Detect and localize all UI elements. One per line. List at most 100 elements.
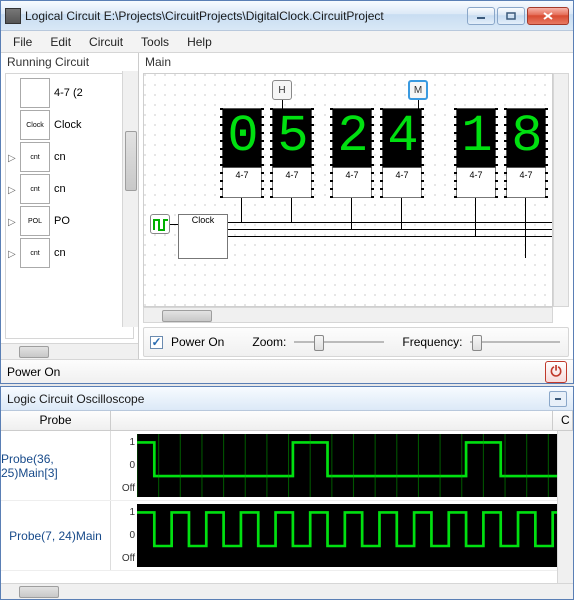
tree-item-label: PO (54, 215, 70, 227)
wire (401, 198, 402, 229)
waveform-icon (137, 504, 570, 567)
osc-scale-1: 1 (129, 507, 135, 518)
main-window: Logical Circuit E:\Projects\CircuitProje… (0, 0, 574, 384)
osc-wave-0[interactable] (137, 434, 570, 497)
tree-item-label: cn (54, 247, 66, 259)
seg-digit: 0 (222, 108, 262, 168)
power-checkbox[interactable]: ✓ (150, 336, 163, 349)
circuit-tree[interactable]: 4-7 (2 Clock Clock ▷ cnt cn ▷ cnt (5, 73, 134, 339)
canvas-horizontal-scrollbar[interactable] (143, 307, 553, 323)
zoom-slider[interactable] (294, 333, 384, 351)
menu-file[interactable]: File (5, 33, 40, 51)
expander-icon[interactable] (8, 89, 16, 97)
canvas-vertical-scrollbar[interactable] (553, 73, 569, 307)
zoom-label: Zoom: (252, 335, 286, 349)
close-button[interactable] (527, 7, 569, 25)
menu-circuit[interactable]: Circuit (81, 33, 131, 51)
wire (418, 100, 419, 110)
h-node[interactable]: H (272, 80, 292, 100)
scrollbar-thumb[interactable] (125, 131, 137, 191)
frequency-label: Frequency: (402, 335, 462, 349)
osc-scale-1: 1 (129, 437, 135, 448)
osc-scale-off: Off (122, 483, 135, 494)
status-text: Power On (7, 365, 60, 379)
scrollbar-thumb[interactable] (162, 310, 212, 322)
sidebar-horizontal-scrollbar[interactable] (1, 343, 138, 359)
clock-source-icon[interactable] (150, 214, 170, 234)
osc-titlebar[interactable]: Logic Circuit Oscilloscope (1, 387, 573, 411)
menu-edit[interactable]: Edit (42, 33, 79, 51)
waveform-icon (137, 434, 570, 497)
frequency-slider[interactable] (470, 333, 560, 351)
seg-display-3[interactable]: 4 4-7 (382, 108, 422, 198)
seg-digit: 5 (272, 108, 312, 168)
menu-tools[interactable]: Tools (133, 33, 177, 51)
seg-digit: 8 (506, 108, 546, 168)
seg-display-2[interactable]: 2 4-7 (332, 108, 372, 198)
expander-icon[interactable]: ▷ (8, 153, 16, 161)
slider-thumb[interactable] (472, 335, 482, 351)
wire (525, 198, 526, 258)
expander-icon[interactable]: ▷ (8, 217, 16, 225)
chip-icon: cnt (20, 174, 50, 204)
controls-bar: ✓ Power On Zoom: Frequency: (143, 327, 569, 357)
seg-digit: 4 (382, 108, 422, 168)
seg-display-5[interactable]: 8 4-7 (506, 108, 546, 198)
osc-title: Logic Circuit Oscilloscope (7, 392, 144, 406)
m-node-label: M (414, 85, 422, 96)
power-icon: ⏻ (550, 363, 561, 380)
titlebar[interactable]: Logical Circuit E:\Projects\CircuitProje… (1, 1, 573, 31)
expander-icon[interactable] (8, 121, 16, 129)
seg-chip-label: 4-7 (222, 168, 262, 198)
tree-item[interactable]: ▷ POL PO (8, 206, 131, 236)
seg-digit: 1 (456, 108, 496, 168)
osc-vertical-scrollbar[interactable] (557, 431, 573, 583)
osc-scale-0: 0 (129, 460, 135, 471)
slider-thumb[interactable] (314, 335, 324, 351)
seg-display-4[interactable]: 1 4-7 (456, 108, 496, 198)
osc-probe-label[interactable]: Probe(36, 25)Main[3] (1, 431, 111, 500)
osc-row: Probe(7, 24)Main 1 0 Off (1, 501, 573, 571)
chip-icon: cnt (20, 238, 50, 268)
wire (475, 198, 476, 236)
scrollbar-thumb[interactable] (19, 346, 49, 358)
osc-scale-0: 0 (129, 530, 135, 541)
m-node[interactable]: M (408, 80, 428, 100)
osc-close-button[interactable] (549, 391, 567, 407)
osc-header-row: Probe C (1, 411, 573, 431)
maximize-button[interactable] (497, 7, 525, 25)
tree-item[interactable]: Clock Clock (8, 110, 131, 140)
clock-chip[interactable]: Clock (178, 214, 228, 259)
power-button[interactable]: ⏻ (545, 361, 567, 383)
seg-chip-label: 4-7 (456, 168, 496, 198)
wire (351, 198, 352, 229)
tree-item[interactable]: ▷ cnt cn (8, 142, 131, 172)
osc-col-probe[interactable]: Probe (1, 411, 111, 430)
menu-help[interactable]: Help (179, 33, 220, 51)
wire (228, 236, 553, 237)
window-title: Logical Circuit E:\Projects\CircuitProje… (25, 9, 467, 23)
osc-rows: Probe(36, 25)Main[3] 1 0 Off Probe(7 (1, 431, 573, 583)
expander-icon[interactable]: ▷ (8, 249, 16, 257)
expander-icon[interactable]: ▷ (8, 185, 16, 193)
tree-item[interactable]: ▷ cnt cn (8, 174, 131, 204)
osc-horizontal-scrollbar[interactable] (1, 583, 573, 599)
tree-item[interactable]: 4-7 (2 (8, 78, 131, 108)
wire (228, 222, 553, 223)
seg-chip-label: 4-7 (506, 168, 546, 198)
wire (291, 198, 292, 222)
osc-col-right[interactable]: C (553, 411, 573, 430)
tree-item[interactable]: ▷ cnt cn (8, 238, 131, 268)
chip-icon (20, 78, 50, 108)
seg-digit: 2 (332, 108, 372, 168)
seg-display-0[interactable]: 0 4-7 (222, 108, 262, 198)
osc-wave-1[interactable] (137, 504, 570, 567)
circuit-canvas[interactable]: H M 0 4-7 5 4-7 2 (143, 73, 553, 307)
tree-item-label: 4-7 (2 (54, 87, 83, 99)
scrollbar-thumb[interactable] (19, 586, 59, 598)
sidebar-vertical-scrollbar[interactable] (122, 71, 138, 327)
osc-probe-label[interactable]: Probe(7, 24)Main (1, 501, 111, 570)
minimize-button[interactable] (467, 7, 495, 25)
seg-display-1[interactable]: 5 4-7 (272, 108, 312, 198)
osc-row: Probe(36, 25)Main[3] 1 0 Off (1, 431, 573, 501)
